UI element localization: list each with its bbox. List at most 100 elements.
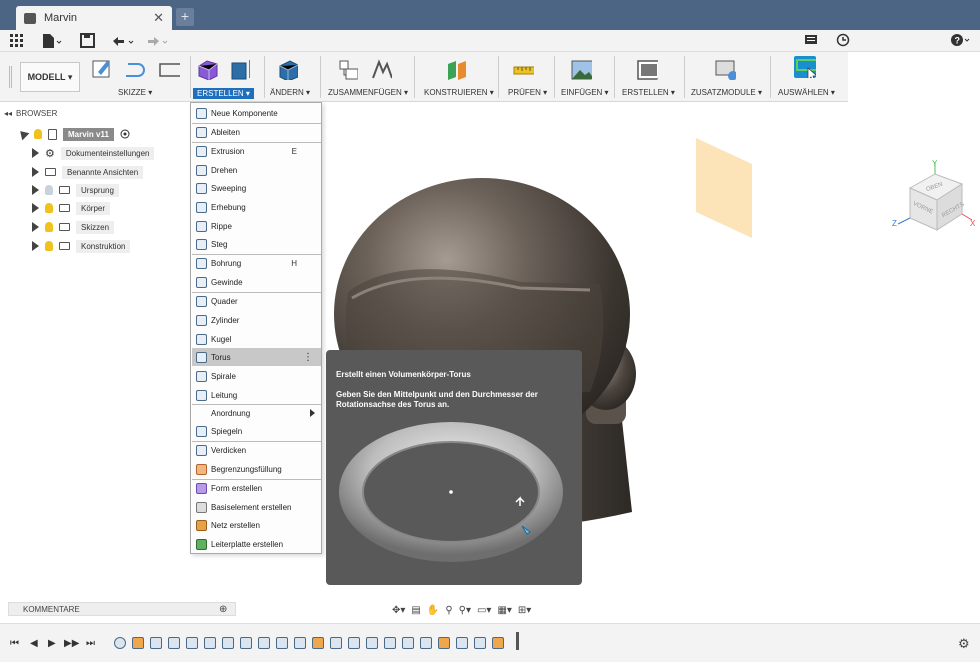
expand-icon[interactable] (32, 148, 39, 158)
expand-icon[interactable] (32, 241, 39, 251)
timeline-feature-icon[interactable] (420, 637, 432, 649)
ribbon-group-zusammenfuegen[interactable]: ZUSAMMENFÜGEN ▾ (328, 88, 408, 97)
browser-item[interactable]: Konstruktion (32, 238, 131, 254)
visibility-bulb-icon[interactable] (45, 203, 53, 213)
ribbon-grip[interactable] (9, 66, 12, 88)
timeline-feature-icon[interactable] (186, 637, 198, 649)
timeline-track[interactable] (114, 634, 524, 654)
grid-icon[interactable] (10, 33, 24, 49)
menu-item-rippe[interactable]: Rippe (192, 217, 321, 235)
menu-item-leitung[interactable]: Leitung (192, 386, 321, 404)
menu-item-netz-erstellen[interactable]: Netz erstellen (192, 516, 321, 534)
comment-icon[interactable] (804, 33, 818, 49)
close-tab-icon[interactable]: ✕ (153, 10, 164, 26)
timeline-first-button[interactable]: ⏮ (10, 638, 19, 649)
timeline-feature-icon[interactable] (384, 637, 396, 649)
add-comment-icon[interactable]: ⊕ (219, 604, 227, 615)
timeline-feature-icon[interactable] (366, 637, 378, 649)
menu-item-leiterplatte-erstellen[interactable]: Leiterplatte erstellen (192, 535, 321, 553)
browser-item[interactable]: Körper (32, 200, 111, 216)
timeline-feature-icon[interactable] (258, 637, 270, 649)
look-at-icon[interactable]: ▤ (411, 605, 420, 616)
ribbon-group-erstellen-2[interactable]: ERSTELLEN ▾ (622, 88, 675, 97)
visibility-bulb-icon[interactable] (45, 185, 53, 195)
timeline-feature-icon[interactable] (330, 637, 342, 649)
menu-item-spiegeln[interactable]: Spiegeln (192, 422, 321, 440)
menu-item-gewinde[interactable]: Gewinde (192, 273, 321, 291)
menu-item-basiselement-erstellen[interactable]: Basiselement erstellen (192, 498, 321, 516)
menu-item-extrusion[interactable]: Extrusion E (192, 142, 321, 160)
timeline-feature-icon[interactable] (456, 637, 468, 649)
menu-item-anordnung[interactable]: Anordnung (192, 404, 321, 422)
timeline-feature-icon[interactable] (240, 637, 252, 649)
timeline-feature-icon[interactable] (222, 637, 234, 649)
sketch-rectangle-icon[interactable] (158, 58, 180, 80)
document-tab[interactable]: Marvin ✕ (16, 6, 172, 30)
browser-item[interactable]: Benannte Ansichten (32, 164, 144, 180)
timeline-feature-icon[interactable] (492, 637, 504, 649)
browser-header[interactable]: ◂◂ BROWSER (4, 106, 190, 120)
press-pull-icon[interactable] (276, 58, 298, 80)
new-tab-button[interactable]: + (176, 8, 194, 26)
expand-icon[interactable] (32, 203, 39, 213)
sketch-arc-icon[interactable] (124, 58, 146, 80)
ribbon-group-skizze[interactable]: SKIZZE ▾ (118, 88, 152, 97)
menu-item-neue-komponente[interactable]: Neue Komponente (192, 104, 321, 122)
ribbon-group-erstellen[interactable]: ERSTELLEN ▾ (193, 88, 254, 99)
timeline-previous-button[interactable]: ◀ (30, 638, 38, 649)
viewports-icon[interactable]: ⊞▾ (518, 605, 531, 616)
active-target-icon[interactable] (120, 129, 130, 139)
menu-item-zylinder[interactable]: Zylinder (192, 311, 321, 329)
ribbon-group-auswaehlen[interactable]: AUSWÄHLEN ▾ (778, 88, 835, 97)
menu-item-erhebung[interactable]: Erhebung (192, 198, 321, 216)
menu-item-spirale[interactable]: Spirale (192, 367, 321, 385)
visibility-bulb-icon[interactable] (45, 241, 53, 251)
ribbon-group-konstruieren[interactable]: KONSTRUIEREN ▾ (424, 88, 494, 97)
construction-plane[interactable] (696, 138, 752, 238)
browser-item[interactable]: ⚙ Dokumenteinstellungen (32, 145, 155, 161)
browser-item[interactable]: Skizzen (32, 219, 115, 235)
workspace-switcher[interactable]: MODELL ▾ (20, 62, 80, 92)
collapse-browser-icon[interactable]: ◂◂ (4, 109, 12, 118)
timeline-play-button[interactable]: ▶ (48, 638, 56, 649)
joint-icon[interactable] (370, 58, 392, 80)
grid-settings-icon[interactable]: ▦▾ (497, 605, 511, 616)
file-icon[interactable] (42, 33, 62, 49)
visibility-bulb-icon[interactable] (45, 222, 53, 232)
view-cube[interactable]: OBEN VORNE RECHTS Y Z X (890, 160, 980, 240)
comments-panel[interactable]: KOMMENTARE ⊕ (8, 602, 236, 616)
offset-plane-icon[interactable] (444, 58, 466, 80)
browser-root[interactable]: Marvin v11 (16, 126, 130, 142)
create-form-icon[interactable] (196, 58, 218, 80)
fit-icon[interactable]: ⚲▾ (459, 605, 471, 616)
expand-icon[interactable] (16, 127, 30, 141)
timeline-feature-icon[interactable] (276, 637, 288, 649)
timeline-feature-icon[interactable] (150, 637, 162, 649)
zoom-icon[interactable]: ⚲ (445, 605, 452, 616)
save-icon[interactable] (80, 33, 96, 49)
orbit-icon[interactable]: ✥▾ (392, 605, 405, 616)
timeline-feature-icon[interactable] (348, 637, 360, 649)
timeline-feature-icon[interactable] (132, 637, 144, 649)
timeline-feature-icon[interactable] (312, 637, 324, 649)
timeline-marker[interactable] (516, 632, 519, 650)
ribbon-group-zusatzmodule[interactable]: ZUSATZMODULE ▾ (691, 88, 762, 97)
undo-icon[interactable] (110, 33, 136, 49)
new-component-icon[interactable] (336, 58, 358, 80)
insert-image-icon[interactable] (570, 58, 592, 80)
extrude-icon[interactable] (228, 58, 250, 80)
select-icon[interactable] (794, 56, 816, 78)
help-icon[interactable]: ? (950, 33, 972, 49)
menu-item-begrenzungsfuellung[interactable]: Begrenzungsfüllung (192, 460, 321, 478)
menu-item-verdicken[interactable]: Verdicken (192, 441, 321, 459)
expand-icon[interactable] (32, 222, 39, 232)
timeline-settings-gear-icon[interactable]: ⚙ (958, 636, 970, 652)
menu-item-form-erstellen[interactable]: Form erstellen (192, 479, 321, 497)
scripts-addins-icon[interactable] (714, 58, 736, 80)
measure-icon[interactable] (512, 58, 534, 80)
ribbon-group-pruefen[interactable]: PRÜFEN ▾ (508, 88, 547, 97)
menu-item-quader[interactable]: Quader (192, 292, 321, 310)
visibility-bulb-icon[interactable] (34, 129, 42, 139)
timeline-feature-icon[interactable] (294, 637, 306, 649)
timeline-feature-icon[interactable] (438, 637, 450, 649)
